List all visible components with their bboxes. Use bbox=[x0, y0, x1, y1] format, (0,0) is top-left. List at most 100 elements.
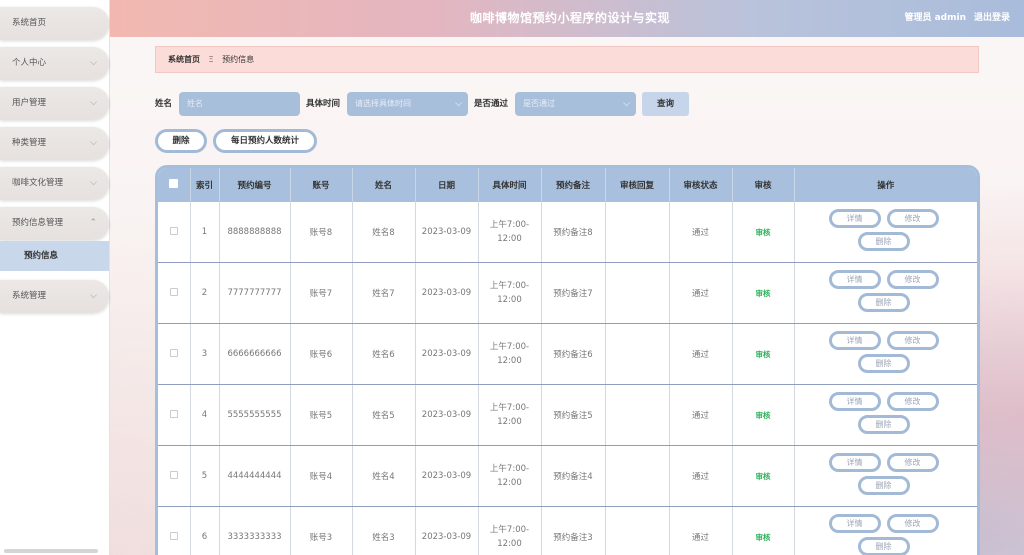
cell-date: 2023-03-09 bbox=[415, 323, 479, 385]
cell-index: 6 bbox=[190, 506, 220, 555]
edit-button[interactable]: 修改 bbox=[886, 453, 939, 472]
daily-stats-button[interactable]: 每日预约人数统计 bbox=[213, 129, 317, 153]
delete-button[interactable]: 删除 bbox=[857, 354, 910, 373]
chevron-down-icon: ⌵ bbox=[623, 99, 630, 109]
edit-button[interactable]: 修改 bbox=[886, 331, 939, 350]
row-checkbox[interactable] bbox=[169, 531, 178, 540]
column-header: 审核回复 bbox=[605, 168, 670, 202]
table-row: 1 8888888888 账号8 姓名8 2023-03-09 上午7:00-12:00 预… bbox=[158, 202, 977, 263]
passed-label: 是否通过 bbox=[474, 99, 509, 109]
audit-link[interactable]: 审核 bbox=[756, 350, 771, 359]
table-body: 1 8888888888 账号8 姓名8 2023-03-09 上午7:00-12:00 预… bbox=[158, 202, 977, 555]
detail-button[interactable]: 详情 bbox=[828, 270, 881, 289]
audit-link[interactable]: 审核 bbox=[756, 289, 771, 298]
sidebar-subitem-reservation-info[interactable]: 预约信息 bbox=[0, 241, 109, 271]
cell-status: 通过 bbox=[669, 323, 733, 385]
cell-code: 6666666666 bbox=[219, 323, 291, 385]
breadcrumb-home[interactable]: 系统首页 bbox=[168, 55, 200, 64]
passed-select[interactable]: 是否通过 ⌵ bbox=[515, 92, 636, 116]
chevron-down-icon: ⌵ bbox=[455, 99, 462, 109]
edit-button[interactable]: 修改 bbox=[886, 270, 939, 289]
audit-link[interactable]: 审核 bbox=[756, 472, 771, 481]
edit-button[interactable]: 修改 bbox=[886, 392, 939, 411]
logout-button[interactable]: 退出登录 bbox=[974, 0, 1010, 37]
detail-button[interactable]: 详情 bbox=[828, 331, 881, 350]
cell-code: 7777777777 bbox=[219, 262, 291, 324]
top-header: 咖啡博物馆预约小程序的设计与实现 管理员 admin 退出登录 bbox=[110, 0, 1024, 37]
cell-name: 姓名4 bbox=[352, 445, 416, 507]
cell-account: 账号4 bbox=[290, 445, 353, 507]
detail-button[interactable]: 详情 bbox=[828, 209, 881, 228]
sidebar-item-label: 种类管理 bbox=[12, 138, 47, 148]
cell-ops: 详情 修改删除 bbox=[794, 445, 977, 507]
sidebar-subitem-label: 预约信息 bbox=[24, 251, 59, 261]
row-select-cell bbox=[158, 202, 191, 263]
cell-name: 姓名5 bbox=[352, 384, 416, 446]
column-header: 预约备注 bbox=[541, 168, 606, 202]
cell-time: 上午7:00-12:00 bbox=[478, 384, 542, 446]
row-checkbox[interactable] bbox=[169, 287, 178, 296]
row-checkbox[interactable] bbox=[169, 348, 178, 357]
cell-audit: 审核 bbox=[732, 262, 795, 324]
sidebar-item-profile[interactable]: 个人中心 ⌵ bbox=[0, 47, 109, 80]
app-title: 咖啡博物馆预约小程序的设计与实现 bbox=[469, 11, 670, 25]
cell-reply bbox=[605, 506, 670, 555]
column-header: 审核状态 bbox=[669, 168, 733, 202]
sidebar-item-system[interactable]: 系统管理 ⌵ bbox=[0, 280, 109, 313]
cell-audit: 审核 bbox=[732, 202, 795, 263]
select-all-checkbox[interactable] bbox=[169, 179, 179, 188]
sidebar-item-users[interactable]: 用户管理 ⌵ bbox=[0, 87, 109, 120]
detail-button[interactable]: 详情 bbox=[828, 392, 881, 411]
row-select-cell bbox=[158, 323, 191, 385]
sidebar-item-coffee-culture[interactable]: 咖啡文化管理 ⌵ bbox=[0, 167, 109, 200]
cell-index: 2 bbox=[190, 262, 220, 324]
row-select-cell bbox=[158, 262, 191, 324]
cell-ops: 详情 修改删除 bbox=[794, 506, 977, 555]
row-checkbox[interactable] bbox=[169, 470, 178, 479]
cell-code: 5555555555 bbox=[219, 384, 291, 446]
cell-audit: 审核 bbox=[732, 445, 795, 507]
sidebar-item-home[interactable]: 系统首页 bbox=[0, 7, 109, 40]
breadcrumb: 系统首页 Ξ 预约信息 bbox=[155, 46, 979, 73]
audit-link[interactable]: 审核 bbox=[756, 533, 771, 542]
chevron-down-icon: ⌵ bbox=[90, 178, 97, 188]
sidebar-item-categories[interactable]: 种类管理 ⌵ bbox=[0, 127, 109, 160]
sidebar-item-reservation-management[interactable]: 预约信息管理 ⌃ bbox=[0, 207, 109, 240]
batch-delete-button[interactable]: 删除 bbox=[155, 129, 207, 153]
delete-button[interactable]: 删除 bbox=[857, 415, 910, 434]
column-header: 操作 bbox=[877, 181, 895, 191]
cell-status: 通过 bbox=[669, 506, 733, 555]
cell-status: 通过 bbox=[669, 445, 733, 507]
cell-date: 2023-03-09 bbox=[415, 445, 479, 507]
delete-button[interactable]: 删除 bbox=[857, 293, 910, 312]
column-header: 日期 bbox=[415, 168, 479, 202]
edit-button[interactable]: 修改 bbox=[886, 209, 939, 228]
table-row: 2 7777777777 账号7 姓名7 2023-03-09 上午7:00-12:00 预… bbox=[158, 262, 977, 324]
current-user: 管理员 admin bbox=[904, 13, 966, 23]
cell-time: 上午7:00-12:00 bbox=[478, 262, 542, 324]
cell-reply bbox=[605, 202, 670, 263]
passed-select-placeholder: 是否通过 bbox=[523, 99, 555, 108]
sidebar-item-label: 用户管理 bbox=[12, 98, 47, 108]
sidebar-scrollbar[interactable] bbox=[4, 549, 98, 553]
name-input[interactable] bbox=[179, 92, 300, 116]
audit-link[interactable]: 审核 bbox=[756, 228, 771, 237]
delete-button[interactable]: 删除 bbox=[857, 537, 910, 555]
row-checkbox[interactable] bbox=[169, 409, 178, 418]
sidebar-item-label: 系统首页 bbox=[12, 18, 47, 28]
delete-button[interactable]: 删除 bbox=[857, 476, 910, 495]
row-select-cell bbox=[158, 445, 191, 507]
time-select[interactable]: 请选择具体时间 ⌵ bbox=[347, 92, 468, 116]
delete-button[interactable]: 删除 bbox=[857, 232, 910, 251]
sidebar-item-label: 系统管理 bbox=[12, 291, 47, 301]
edit-button[interactable]: 修改 bbox=[886, 514, 939, 533]
cell-date: 2023-03-09 bbox=[415, 506, 479, 555]
cell-audit: 审核 bbox=[732, 506, 795, 555]
search-button[interactable]: 查询 bbox=[642, 92, 689, 116]
cell-date: 2023-03-09 bbox=[415, 262, 479, 324]
detail-button[interactable]: 详情 bbox=[828, 514, 881, 533]
audit-link[interactable]: 审核 bbox=[756, 411, 771, 420]
cell-status: 通过 bbox=[669, 202, 733, 263]
row-checkbox[interactable] bbox=[169, 226, 178, 235]
detail-button[interactable]: 详情 bbox=[828, 453, 881, 472]
